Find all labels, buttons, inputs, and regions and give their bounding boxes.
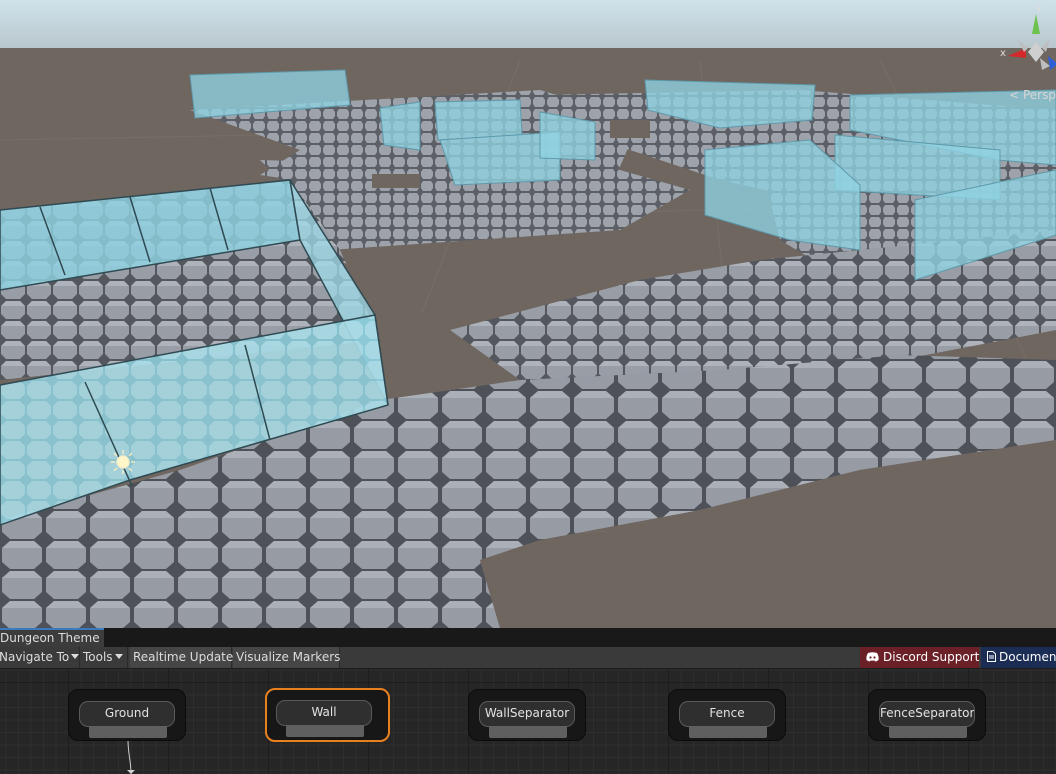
gizmo-y-label: y: [1036, 2, 1042, 13]
node-fence-separator[interactable]: FenceSeparator: [868, 689, 986, 741]
chevron-down-icon: [114, 654, 123, 659]
gizmo-x-label: x: [1000, 48, 1006, 59]
node-fence-separator-output-pin[interactable]: [889, 726, 967, 738]
node-wall-separator-output-pin[interactable]: [489, 726, 567, 738]
node-ground[interactable]: Ground: [68, 689, 186, 741]
scene-view[interactable]: y x < Persp: [0, 0, 1056, 628]
navigate-to-dropdown[interactable]: Navigate To: [0, 647, 80, 668]
node-ground-label: Ground: [79, 701, 175, 727]
documentation-label: Documentation: [999, 650, 1056, 664]
node-fence-separator-label: FenceSeparator: [879, 701, 975, 727]
node-wall[interactable]: Wall: [265, 688, 390, 742]
tab-label: Dungeon Theme: [0, 631, 100, 645]
discord-support-label: Discord Support: [883, 650, 980, 664]
chevron-down-icon: [71, 654, 80, 659]
visualize-markers-label: Visualize Markers: [236, 650, 341, 664]
node-wall-label: Wall: [276, 700, 372, 726]
discord-support-button[interactable]: Discord Support: [860, 647, 979, 668]
tools-dropdown[interactable]: Tools: [80, 647, 128, 668]
discord-icon: [866, 652, 879, 662]
node-wall-separator[interactable]: WallSeparator: [468, 689, 586, 741]
tools-label: Tools: [83, 650, 113, 664]
tab-bar: Dungeon Theme: [0, 628, 1056, 648]
theme-graph-canvas[interactable]: Ground Wall WallSeparator Fence FenceSep…: [0, 669, 1056, 774]
dungeon-theme-window: Dungeon Theme Navigate To Tools Realtime…: [0, 628, 1056, 774]
node-fence[interactable]: Fence: [668, 689, 786, 741]
navigate-to-label: Navigate To: [0, 650, 70, 664]
visualize-markers-toggle[interactable]: Visualize Markers: [233, 647, 340, 668]
documentation-button[interactable]: Documentation: [981, 647, 1056, 668]
document-icon: [987, 651, 996, 662]
node-fence-label: Fence: [679, 701, 775, 727]
node-fence-output-pin[interactable]: [689, 726, 767, 738]
persp-toggle[interactable]: < Persp: [1009, 88, 1056, 102]
realtime-update-toggle[interactable]: Realtime Update: [130, 647, 234, 668]
node-wall-output-pin[interactable]: [286, 725, 364, 737]
node-ground-output-pin[interactable]: [89, 726, 167, 738]
editor-toolbar: Navigate To Tools Realtime Update Visual…: [0, 647, 1056, 669]
realtime-update-label: Realtime Update: [133, 650, 234, 664]
node-wall-separator-label: WallSeparator: [479, 701, 575, 727]
tab-dungeon-theme[interactable]: Dungeon Theme: [0, 628, 104, 647]
